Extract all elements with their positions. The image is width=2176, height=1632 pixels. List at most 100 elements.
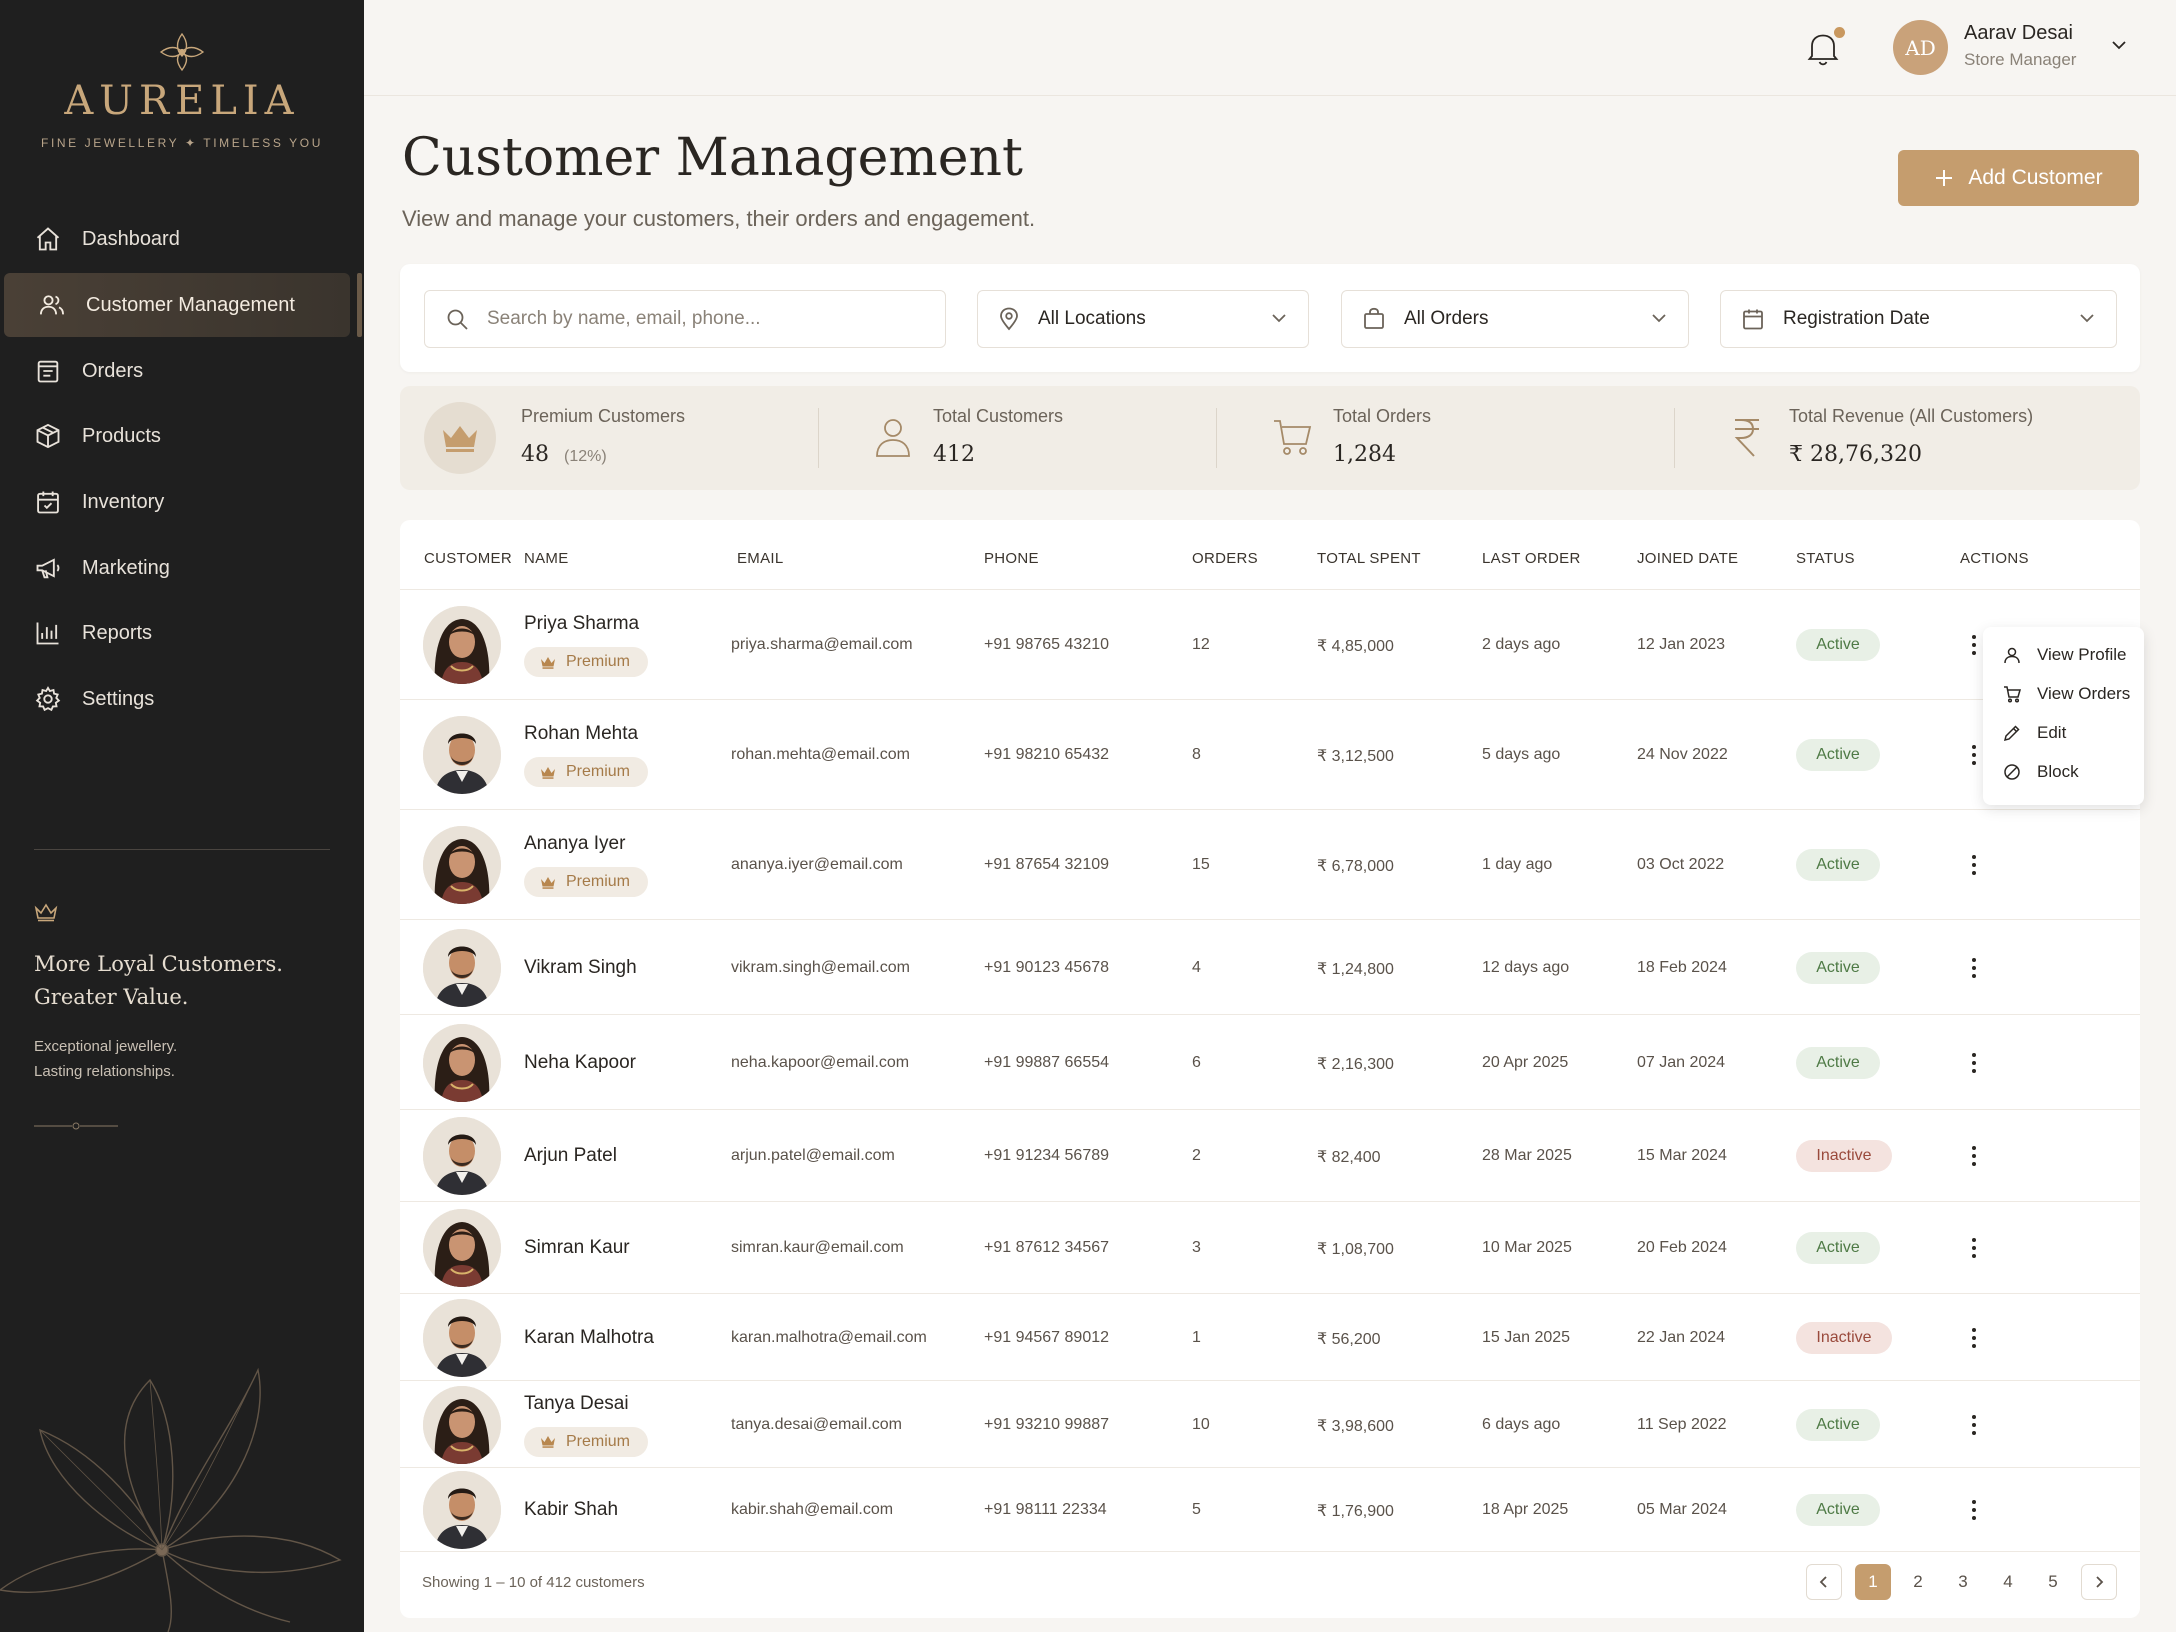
customer-phone: +91 90123 45678 xyxy=(984,958,1110,976)
table-row[interactable]: Tanya Desai Premium tanya.desai@email.com +… xyxy=(400,1381,2140,1468)
avatar[interactable] xyxy=(423,1298,501,1377)
inventory-icon xyxy=(37,491,59,514)
menu-item-view-profile[interactable]: View Profile xyxy=(2003,641,2126,669)
customer-name[interactable]: Rohan Mehta xyxy=(524,723,638,745)
sidebar-item-settings[interactable]: Settings xyxy=(0,667,364,731)
premium-badge: Premium xyxy=(524,1426,649,1457)
stat-label: Premium Customers xyxy=(521,406,686,426)
column-header[interactable]: ORDERS xyxy=(1192,550,1258,567)
column-header[interactable]: LAST ORDER xyxy=(1482,550,1581,567)
status-badge: Inactive xyxy=(1796,1321,1892,1354)
avatar[interactable]: AD xyxy=(1893,20,1948,75)
sidebar-item-marketing[interactable]: Marketing xyxy=(0,536,364,600)
customer-name[interactable]: Priya Sharma xyxy=(524,613,639,635)
more-actions-icon[interactable] xyxy=(1964,635,1984,655)
column-header[interactable]: NAME xyxy=(524,550,569,567)
more-actions-icon[interactable] xyxy=(1964,1052,1984,1073)
customer-name[interactable]: Neha Kapoor xyxy=(524,1052,636,1074)
joined-date: 03 Oct 2022 xyxy=(1637,856,1725,873)
more-actions-icon[interactable] xyxy=(1964,1414,1984,1435)
customer-name[interactable]: Tanya Desai xyxy=(524,1393,629,1415)
sidebar-item-products[interactable]: Products xyxy=(0,404,364,468)
column-header[interactable]: PHONE xyxy=(984,550,1039,567)
brand-name: AURELIA xyxy=(64,78,300,124)
column-header[interactable]: TOTAL SPENT xyxy=(1317,550,1421,567)
sidebar-item-dashboard[interactable]: Dashboard xyxy=(0,207,364,271)
bar-chart-icon xyxy=(36,622,59,645)
sidebar-item-orders[interactable]: Orders xyxy=(0,339,364,403)
more-actions-icon[interactable] xyxy=(1964,1146,1984,1166)
column-header[interactable]: ACTIONS xyxy=(1960,550,2029,567)
table-row[interactable]: Neha Kapoor neha.kapoor@email.com +91 9988… xyxy=(400,1015,2140,1110)
total-spent: ₹ 1,08,700 xyxy=(1317,1241,1394,1258)
status-badge: Active xyxy=(1796,1232,1880,1264)
date-value: Registration Date xyxy=(1783,308,1930,329)
page-button-3[interactable]: 3 xyxy=(1945,1564,1981,1600)
column-header[interactable]: CUSTOMER xyxy=(424,550,512,567)
promo-subtitle: Exceptional jewellery. Lasting relations… xyxy=(34,1034,334,1084)
page-button-2[interactable]: 2 xyxy=(1900,1564,1936,1600)
more-actions-icon[interactable] xyxy=(1964,957,1984,978)
table-row[interactable]: Karan Malhotra karan.malhotra@email.com +9… xyxy=(400,1294,2140,1381)
menu-item-view-orders[interactable]: View Orders xyxy=(2003,680,2130,708)
page-button-1[interactable]: 1 xyxy=(1855,1564,1891,1600)
avatar[interactable] xyxy=(423,1117,501,1195)
orders-select[interactable]: All Orders xyxy=(1341,290,1689,348)
avatar[interactable] xyxy=(423,716,501,794)
add-customer-button[interactable]: Add Customer xyxy=(1898,150,2139,206)
avatar[interactable] xyxy=(423,606,501,684)
column-header[interactable]: JOINED DATE xyxy=(1637,550,1738,567)
location-select[interactable]: All Locations xyxy=(977,290,1309,348)
next-page-button[interactable] xyxy=(2081,1564,2117,1600)
customer-phone: +91 98210 65432 xyxy=(984,746,1110,763)
table-row[interactable]: Simran Kaur simran.kaur@email.com +91 8761… xyxy=(400,1202,2140,1294)
orders-icon xyxy=(37,360,59,383)
customer-name[interactable]: Ananya Iyer xyxy=(524,833,625,855)
more-actions-icon[interactable] xyxy=(1964,855,1984,875)
status-badge: Active xyxy=(1796,1046,1880,1079)
page-button-4[interactable]: 4 xyxy=(1990,1564,2026,1600)
table-row[interactable]: Ananya Iyer Premium ananya.iyer@email.com +… xyxy=(400,810,2140,920)
table-row[interactable]: Rohan Mehta Premium rohan.mehta@email.com +… xyxy=(400,700,2140,810)
last-order: 15 Jan 2025 xyxy=(1482,1328,1571,1346)
customer-name[interactable]: Karan Malhotra xyxy=(524,1327,654,1349)
avatar[interactable] xyxy=(423,1023,501,1102)
more-actions-icon[interactable] xyxy=(1964,1500,1984,1520)
sidebar-item-reports[interactable]: Reports xyxy=(0,601,364,665)
sidebar-item-label: Products xyxy=(82,424,161,447)
avatar[interactable] xyxy=(423,826,501,904)
table-row[interactable]: Arjun Patel arjun.patel@email.com +91 9123… xyxy=(400,1110,2140,1202)
chevron-down-icon[interactable] xyxy=(2110,38,2128,52)
menu-item-block[interactable]: Block xyxy=(2003,758,2079,786)
user-icon xyxy=(2004,647,2020,664)
crown-icon xyxy=(34,903,58,922)
column-header[interactable]: EMAIL xyxy=(737,550,784,567)
more-actions-icon[interactable] xyxy=(1964,1238,1984,1258)
registration-date-select[interactable]: Registration Date xyxy=(1720,290,2117,348)
promo-title-line: Greater Value. xyxy=(34,985,189,1009)
avatar[interactable] xyxy=(423,1209,501,1287)
sidebar-item-customer-management[interactable]: Customer Management xyxy=(4,273,350,337)
avatar[interactable] xyxy=(423,928,501,1007)
search-input[interactable]: Search by name, email, phone... xyxy=(424,290,946,348)
prev-page-button[interactable] xyxy=(1806,1564,1842,1600)
avatar[interactable] xyxy=(423,1385,501,1464)
table-row[interactable]: Priya Sharma Premium priya.sharma@email.co… xyxy=(400,590,2140,700)
sidebar-item-label: Reports xyxy=(82,621,153,644)
sidebar-item-label: Customer Management xyxy=(86,293,295,316)
column-header[interactable]: STATUS xyxy=(1796,550,1855,567)
customer-phone: +91 87612 34567 xyxy=(984,1239,1110,1256)
more-actions-icon[interactable] xyxy=(1964,1327,1984,1348)
table-row[interactable]: Vikram Singh vikram.singh@email.com +91 90… xyxy=(400,920,2140,1015)
menu-item-edit[interactable]: Edit xyxy=(2003,719,2066,747)
more-actions-icon[interactable] xyxy=(1964,745,1984,765)
customer-name[interactable]: Arjun Patel xyxy=(524,1145,617,1167)
avatar[interactable] xyxy=(423,1471,501,1549)
sidebar-item-inventory[interactable]: Inventory xyxy=(0,470,364,534)
pencil-icon xyxy=(2003,725,2020,742)
table-row[interactable]: Kabir Shah kabir.shah@email.com +91 98111 … xyxy=(400,1468,2140,1552)
customer-name[interactable]: Kabir Shah xyxy=(524,1499,618,1521)
customer-name[interactable]: Simran Kaur xyxy=(524,1237,630,1259)
page-button-5[interactable]: 5 xyxy=(2035,1564,2071,1600)
customer-name[interactable]: Vikram Singh xyxy=(524,957,637,979)
